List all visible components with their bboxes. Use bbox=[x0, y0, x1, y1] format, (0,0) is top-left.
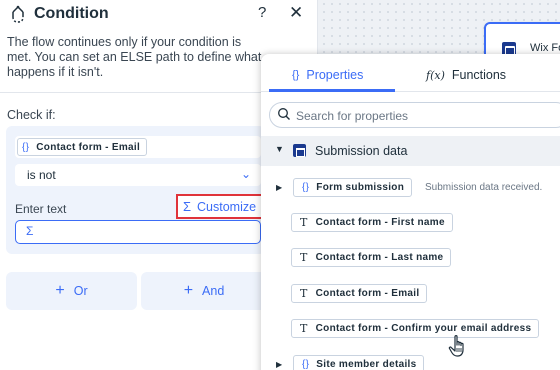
add-and-button[interactable]: + And bbox=[141, 272, 267, 310]
property-first-name[interactable]: T Contact form - First name bbox=[291, 213, 453, 232]
function-icon: f(x) bbox=[426, 68, 445, 82]
operator-select[interactable]: is not ⌄ bbox=[15, 164, 261, 186]
customize-button[interactable]: Σ Customize bbox=[176, 194, 263, 219]
and-label: And bbox=[202, 284, 225, 298]
property-label: Site member details bbox=[316, 359, 417, 370]
plus-icon: + bbox=[55, 282, 65, 299]
braces-icon: {} bbox=[292, 69, 300, 81]
check-if-label: Check if: bbox=[7, 108, 56, 122]
active-tab-indicator bbox=[269, 89, 395, 92]
text-type-icon: T bbox=[300, 216, 308, 229]
property-site-member-details[interactable]: {} Site member details bbox=[293, 355, 425, 370]
text-type-icon: T bbox=[300, 287, 308, 300]
add-or-button[interactable]: + Or bbox=[6, 272, 137, 310]
property-label: Form submission bbox=[316, 182, 405, 193]
search-icon bbox=[278, 108, 290, 120]
popover-tabs: {} Properties f(x) Functions bbox=[261, 54, 560, 92]
search-input[interactable] bbox=[296, 107, 556, 124]
section-label: Submission data bbox=[315, 144, 408, 158]
tab-functions-label: Functions bbox=[451, 68, 507, 82]
braces-icon: {} bbox=[22, 141, 30, 153]
braces-icon: {} bbox=[302, 359, 310, 370]
enter-text-label: Enter text bbox=[15, 202, 67, 216]
sigma-icon: Σ bbox=[26, 224, 34, 238]
panel-description: The flow continues only if your conditio… bbox=[7, 35, 262, 79]
property-label: Contact form - Last name bbox=[315, 252, 444, 263]
property-confirm-email[interactable]: T Contact form - Confirm your email addr… bbox=[291, 319, 540, 338]
customize-label: Customize bbox=[197, 199, 257, 214]
plus-icon: + bbox=[183, 282, 194, 299]
sigma-icon: Σ bbox=[182, 199, 191, 214]
panel-header: Condition ? ✕ bbox=[0, 0, 318, 30]
text-type-icon: T bbox=[300, 322, 308, 335]
flow-node-label: Wix For bbox=[530, 42, 560, 54]
chevron-down-icon: ⌄ bbox=[240, 167, 251, 181]
field-pill[interactable]: {} Contact form - Email bbox=[17, 138, 148, 156]
hand-cursor-icon bbox=[448, 335, 464, 357]
property-label: Contact form - Confirm your email addres… bbox=[315, 323, 532, 334]
collapse-triangle-icon: ▼ bbox=[275, 144, 284, 154]
braces-icon: {} bbox=[302, 182, 310, 193]
expand-triangle-icon[interactable]: ▶ bbox=[276, 183, 282, 192]
property-search bbox=[269, 102, 560, 128]
panel-title: Condition bbox=[34, 5, 109, 22]
operator-value: is not bbox=[27, 168, 56, 182]
property-label: Contact form - First name bbox=[315, 217, 445, 228]
properties-popover: {} Properties f(x) Functions ▼ Submissio… bbox=[261, 54, 560, 370]
section-submission-data[interactable]: ▼ Submission data bbox=[261, 136, 560, 166]
close-icon[interactable]: ✕ bbox=[289, 3, 303, 23]
condition-field-selector[interactable]: {} Contact form - Email bbox=[15, 136, 261, 158]
text-type-icon: T bbox=[300, 251, 308, 264]
property-label: Contact form - Email bbox=[315, 288, 420, 299]
form-icon bbox=[293, 144, 306, 157]
property-email[interactable]: T Contact form - Email bbox=[291, 284, 428, 303]
expand-triangle-icon[interactable]: ▶ bbox=[276, 360, 282, 369]
help-icon[interactable]: ? bbox=[258, 4, 266, 21]
tab-properties-label: Properties bbox=[306, 68, 364, 82]
tab-properties[interactable]: {} Properties bbox=[292, 68, 363, 82]
property-last-name[interactable]: T Contact form - Last name bbox=[291, 248, 452, 267]
branch-icon bbox=[12, 5, 24, 23]
field-pill-label: Contact form - Email bbox=[36, 141, 141, 153]
or-label: Or bbox=[73, 284, 88, 298]
tab-functions[interactable]: f(x) Functions bbox=[426, 68, 506, 82]
value-text-input[interactable]: Σ bbox=[15, 220, 261, 244]
property-description: Submission data received. bbox=[425, 182, 543, 193]
property-form-submission[interactable]: {} Form submission bbox=[293, 178, 413, 197]
